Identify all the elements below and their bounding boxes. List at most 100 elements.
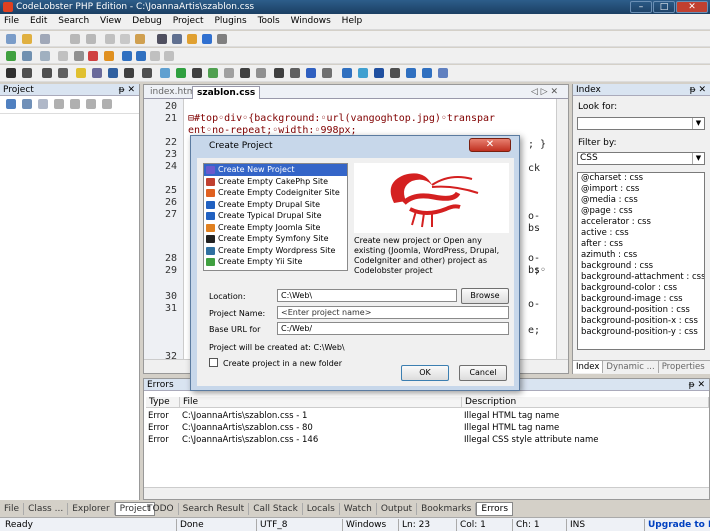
project-type-item[interactable]: Create New Project	[204, 164, 347, 176]
grid-icon[interactable]	[422, 68, 432, 78]
close-button[interactable]: ✕	[676, 1, 708, 13]
error-file[interactable]: C:\JoannaArtis\szablon.css - 80	[182, 423, 313, 433]
debug-icon[interactable]	[104, 51, 114, 61]
menu-file[interactable]: File	[0, 14, 23, 28]
project-type-list[interactable]: Create New Project Create Empty CakePhp …	[203, 163, 348, 271]
list-icon[interactable]	[290, 68, 300, 78]
find-icon[interactable]	[157, 34, 167, 44]
list-item[interactable]: after : css	[578, 239, 704, 250]
project-type-item[interactable]: Create Empty Joomla Site	[204, 222, 347, 234]
reset-icon[interactable]	[164, 51, 174, 61]
copy-icon[interactable]	[120, 34, 130, 44]
menu-plugins[interactable]: Plugins	[210, 14, 250, 28]
error-type[interactable]: Error	[148, 423, 169, 433]
underline-icon[interactable]	[42, 68, 52, 78]
code-line[interactable]: ⊟#top◦div◦{background:◦url(vangoghtop.jp…	[188, 113, 495, 124]
globe-icon[interactable]	[176, 68, 186, 78]
list-item[interactable]: accelerator : css	[578, 217, 704, 228]
list-item[interactable]: background-position : css	[578, 305, 704, 316]
button-icon[interactable]	[390, 68, 400, 78]
dialog-close-button[interactable]: ✕	[469, 138, 511, 152]
chevron-down-icon[interactable]: ▼	[692, 153, 704, 164]
menu-windows[interactable]: Windows	[287, 14, 335, 28]
play-icon[interactable]	[122, 51, 132, 61]
maximize-button[interactable]: □	[653, 1, 675, 13]
step-icon[interactable]	[22, 51, 32, 61]
tab-szablon-css[interactable]: szablon.css	[192, 86, 261, 99]
step-into-icon[interactable]	[40, 51, 50, 61]
bold-icon[interactable]	[6, 68, 16, 78]
font-icon[interactable]	[58, 68, 68, 78]
filter-combo[interactable]: CSS ▼	[577, 152, 705, 165]
tab-class[interactable]: Class ...	[24, 503, 69, 515]
error-type[interactable]: Error	[148, 411, 169, 421]
base-url-input[interactable]: C:/Web/	[277, 322, 509, 335]
tab-output[interactable]: Output	[377, 503, 418, 515]
undo-icon[interactable]	[70, 34, 80, 44]
add-icon[interactable]	[54, 99, 64, 109]
column-header-file[interactable]: File	[180, 397, 462, 408]
target-icon[interactable]	[224, 68, 234, 78]
tab-file[interactable]: File	[0, 503, 25, 515]
list-item[interactable]: @import : css	[578, 184, 704, 195]
new-file-icon[interactable]	[6, 34, 16, 44]
project-name-input[interactable]: <Enter project name>	[277, 306, 509, 319]
line-break-icon[interactable]	[108, 68, 118, 78]
column-header-description[interactable]: Description	[462, 397, 709, 408]
tab-explorer[interactable]: Explorer	[68, 503, 115, 515]
textarea-icon[interactable]	[322, 68, 332, 78]
list-item[interactable]: background-position-y : css	[578, 327, 704, 338]
tab-call-stack[interactable]: Call Stack	[249, 503, 303, 515]
paste-icon[interactable]	[135, 34, 145, 44]
hr-icon[interactable]	[192, 68, 202, 78]
tab-index[interactable]: Index	[573, 361, 604, 373]
error-file[interactable]: C:\JoannaArtis\szablon.css - 1	[182, 411, 307, 421]
tab-errors[interactable]: Errors	[476, 502, 514, 516]
select-icon[interactable]	[342, 68, 352, 78]
project-type-item[interactable]: Create Empty CakePhp Site	[204, 176, 347, 188]
italic-icon[interactable]	[22, 68, 32, 78]
collapse-icon[interactable]	[38, 99, 48, 109]
preview-icon[interactable]	[438, 68, 448, 78]
replace-icon[interactable]	[172, 34, 182, 44]
menu-tools[interactable]: Tools	[254, 14, 284, 28]
filter-icon[interactable]	[102, 99, 112, 109]
list-item[interactable]: @charset : css	[578, 173, 704, 184]
list-item[interactable]: active : css	[578, 228, 704, 239]
image-icon[interactable]	[160, 68, 170, 78]
menu-view[interactable]: View	[96, 14, 125, 28]
project-panel-pin-close[interactable]: ᵽ ✕	[119, 84, 135, 96]
run-icon[interactable]	[6, 51, 16, 61]
errors-panel-pin-close[interactable]: ᵽ ✕	[689, 379, 705, 391]
tab-todo[interactable]: TODO	[143, 503, 179, 515]
tab-properties[interactable]: Properties	[659, 361, 708, 373]
index-list[interactable]: @charset : css @import : css @media : cs…	[577, 172, 705, 350]
column-header-type[interactable]: Type	[146, 397, 180, 408]
properties-icon[interactable]	[86, 99, 96, 109]
error-file[interactable]: C:\JoannaArtis\szablon.css - 146	[182, 435, 318, 445]
project-type-item[interactable]: Create Empty Codeigniter Site	[204, 187, 347, 199]
table-icon[interactable]	[240, 68, 250, 78]
project-type-item[interactable]: Create Empty Symfony Site	[204, 233, 347, 245]
subscript-icon[interactable]	[92, 68, 102, 78]
checkbox-icon[interactable]	[306, 68, 316, 78]
text-input-icon[interactable]	[274, 68, 284, 78]
frame-icon[interactable]	[406, 68, 416, 78]
menu-help[interactable]: Help	[338, 14, 367, 28]
tab-dynamic[interactable]: Dynamic ...	[603, 361, 659, 373]
menu-project[interactable]: Project	[169, 14, 208, 28]
error-type[interactable]: Error	[148, 435, 169, 445]
minimize-button[interactable]: –	[630, 1, 652, 13]
project-type-item[interactable]: Create Empty Wordpress Site	[204, 245, 347, 257]
project-type-item[interactable]: Create Typical Drupal Site	[204, 210, 347, 222]
pause-icon[interactable]	[150, 51, 160, 61]
list-item[interactable]: azimuth : css	[578, 250, 704, 261]
list-item[interactable]: background : css	[578, 261, 704, 272]
editor-vscrollbar[interactable]	[556, 99, 568, 359]
browser-icon[interactable]	[202, 34, 212, 44]
menu-debug[interactable]: Debug	[128, 14, 166, 28]
settings-icon[interactable]	[217, 34, 227, 44]
tab-bookmarks[interactable]: Bookmarks	[417, 503, 477, 515]
new-folder-checkbox[interactable]	[209, 358, 218, 367]
form-icon[interactable]	[256, 68, 266, 78]
